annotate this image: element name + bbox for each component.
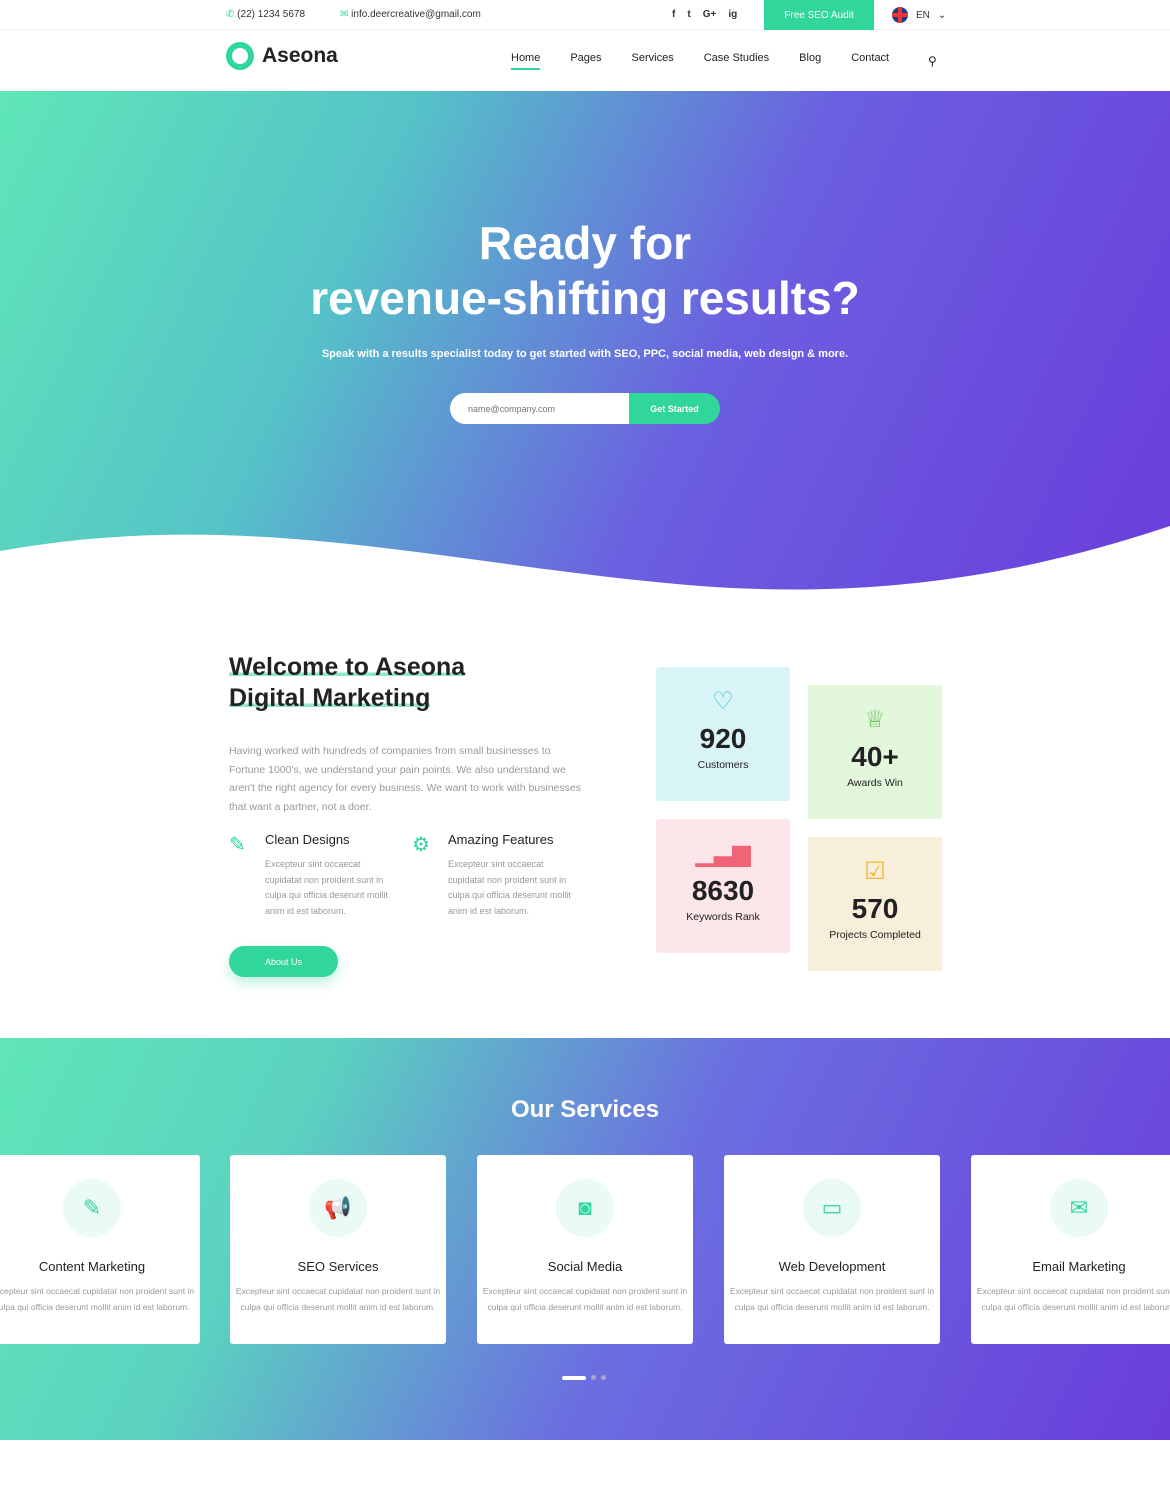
service-text: Excepteur sint occaecat cupidatat non pr… bbox=[729, 1286, 935, 1312]
google-plus-icon[interactable]: G+ bbox=[703, 9, 717, 20]
stat-awards: ♕ 40+ Awards Win bbox=[808, 685, 942, 819]
service-title: Content Marketing bbox=[38, 1259, 146, 1274]
feature-text: Excepteur sint occaecat cupidatat non pr… bbox=[265, 859, 388, 917]
hero: Ready for revenue-shifting results? Speak… bbox=[0, 91, 1170, 596]
service-text: Excepteur sint occaecat cupidatat non pr… bbox=[0, 1286, 195, 1312]
nav-contact[interactable]: Contact bbox=[851, 52, 889, 70]
carousel-dots bbox=[562, 1375, 606, 1380]
welcome-title: Welcome to Aseona Digital Marketing bbox=[229, 652, 589, 714]
monitor-icon: ▭ bbox=[803, 1179, 861, 1237]
free-seo-audit-button[interactable]: Free SEO Audit bbox=[764, 0, 874, 30]
stat-label: Awards Win bbox=[847, 777, 903, 789]
chevron-down-icon: ⌄ bbox=[937, 9, 947, 21]
carousel-dot[interactable] bbox=[591, 1375, 596, 1380]
stat-number: 8630 bbox=[691, 875, 755, 906]
main-nav: Aseona Home Pages Services Case Studies … bbox=[0, 30, 1170, 90]
feature-clean-designs: ✎ Clean Designs Excepteur sint occaecat … bbox=[229, 832, 399, 920]
service-card[interactable]: 📢 SEO Services Excepteur sint occaecat cup… bbox=[230, 1155, 446, 1344]
service-text: Excepteur sint occaecat cupidatat non pr… bbox=[235, 1286, 441, 1312]
email[interactable]: ✉ info.deercreative@gmail.com bbox=[340, 9, 481, 20]
crown-icon: ♕ bbox=[864, 706, 886, 733]
heart-icon: ♡ bbox=[712, 688, 734, 715]
welcome-section: Welcome to Aseona Digital Marketing Havin… bbox=[229, 652, 589, 916]
welcome-title-line2: Digital Marketing bbox=[229, 684, 431, 712]
instagram-icon[interactable]: ig bbox=[728, 9, 737, 20]
services-title: Our Services bbox=[510, 1096, 660, 1123]
logo[interactable]: Aseona bbox=[226, 42, 338, 70]
hero-title-line1: Ready for bbox=[478, 217, 692, 269]
stat-customers: ♡ 920 Customers bbox=[656, 667, 790, 801]
services-section: Our Services ✎ Content Marketing Excepteur… bbox=[0, 1038, 1170, 1440]
feature-amazing-features: ⚙ Amazing Features Excepteur sint occaec… bbox=[412, 832, 582, 920]
hero-subtitle: Speak with a results specialist today to… bbox=[321, 348, 849, 360]
service-title: SEO Services bbox=[297, 1259, 379, 1274]
megaphone-icon: 📢 bbox=[309, 1179, 367, 1237]
phone-text: (22) 1234 5678 bbox=[237, 9, 306, 20]
service-title: Social Media bbox=[547, 1259, 623, 1274]
phone-icon: ✆ bbox=[226, 9, 238, 20]
feature-text: Excepteur sint occaecat cupidatat non pr… bbox=[448, 859, 571, 917]
service-text: Excepteur sint occaecat cupidatat non pr… bbox=[976, 1286, 1170, 1312]
edit-icon: ✎ bbox=[229, 834, 246, 856]
language-label: EN bbox=[916, 9, 930, 21]
email-input[interactable] bbox=[450, 393, 629, 424]
carousel-dot-active[interactable] bbox=[562, 1375, 586, 1380]
get-started-button[interactable]: Get Started bbox=[629, 393, 720, 424]
welcome-title-line1: Welcome to Aseona bbox=[229, 653, 466, 681]
stat-projects: ☑ 570 Projects Completed bbox=[808, 837, 942, 971]
facebook-icon[interactable]: f bbox=[672, 9, 675, 20]
service-title: Web Development bbox=[778, 1259, 886, 1274]
nav-blog[interactable]: Blog bbox=[799, 52, 821, 70]
stat-number: 40+ bbox=[851, 741, 899, 772]
language-selector[interactable]: EN ⌄ bbox=[892, 7, 946, 23]
hero-title-line2: revenue-shifting results? bbox=[310, 272, 860, 324]
edit-icon: ✎ bbox=[63, 1179, 121, 1237]
mail-icon: ✉ bbox=[340, 9, 352, 20]
camera-icon: ◙ bbox=[556, 1179, 614, 1237]
search-icon[interactable]: ⚲ bbox=[928, 54, 937, 68]
service-title: Email Marketing bbox=[1032, 1259, 1126, 1274]
phone: ✆ (22) 1234 5678 bbox=[226, 9, 305, 20]
brand-name: Aseona bbox=[262, 44, 338, 67]
about-us-button[interactable]: About Us bbox=[229, 946, 338, 977]
stat-label: Keywords Rank bbox=[686, 911, 760, 923]
email-text: info.deercreative@gmail.com bbox=[351, 9, 481, 20]
stat-number: 570 bbox=[851, 893, 899, 924]
stat-keywords: ▁▃▆ 8630 Keywords Rank bbox=[656, 819, 790, 953]
stat-label: Customers bbox=[697, 759, 749, 771]
stat-label: Projects Completed bbox=[829, 929, 921, 941]
service-card[interactable]: ◙ Social Media Excepteur sint occaecat cup… bbox=[477, 1155, 693, 1344]
hero-title: Ready for revenue-shifting results? bbox=[0, 216, 1170, 326]
welcome-description: Having worked with hundreds of companies… bbox=[229, 745, 581, 813]
feature-title: Clean Designs bbox=[265, 832, 350, 847]
bar-chart-icon: ▁▃▆ bbox=[695, 840, 751, 867]
gear-icon: ⚙ bbox=[412, 834, 430, 856]
social-links: f t G+ ig bbox=[672, 9, 737, 20]
uk-flag-icon bbox=[892, 7, 908, 23]
service-card[interactable]: ✎ Content Marketing Excepteur sint occaeca… bbox=[0, 1155, 200, 1344]
top-bar: ✆ (22) 1234 5678 ✉ info.deercreative@gma… bbox=[0, 0, 1170, 30]
nav-services[interactable]: Services bbox=[632, 52, 674, 70]
service-text: Excepteur sint occaecat cupidatat non pr… bbox=[482, 1286, 688, 1312]
signup-form: Get Started bbox=[450, 393, 720, 424]
logo-icon bbox=[226, 42, 254, 70]
carousel-dot[interactable] bbox=[601, 1375, 606, 1380]
nav-pages[interactable]: Pages bbox=[570, 52, 601, 70]
service-card[interactable]: ✉ Email Marketing Excepteur sint occaecat … bbox=[971, 1155, 1170, 1344]
checkbox-icon: ☑ bbox=[864, 858, 886, 885]
twitter-icon[interactable]: t bbox=[687, 9, 690, 20]
service-card[interactable]: ▭ Web Development Excepteur sint occaecat … bbox=[724, 1155, 940, 1344]
feature-title: Amazing Features bbox=[448, 832, 554, 847]
hero-wave bbox=[0, 526, 1170, 596]
stat-number: 920 bbox=[699, 723, 747, 754]
nav-home[interactable]: Home bbox=[511, 52, 541, 70]
nav-case-studies[interactable]: Case Studies bbox=[704, 52, 769, 70]
mail-icon: ✉ bbox=[1050, 1179, 1108, 1237]
